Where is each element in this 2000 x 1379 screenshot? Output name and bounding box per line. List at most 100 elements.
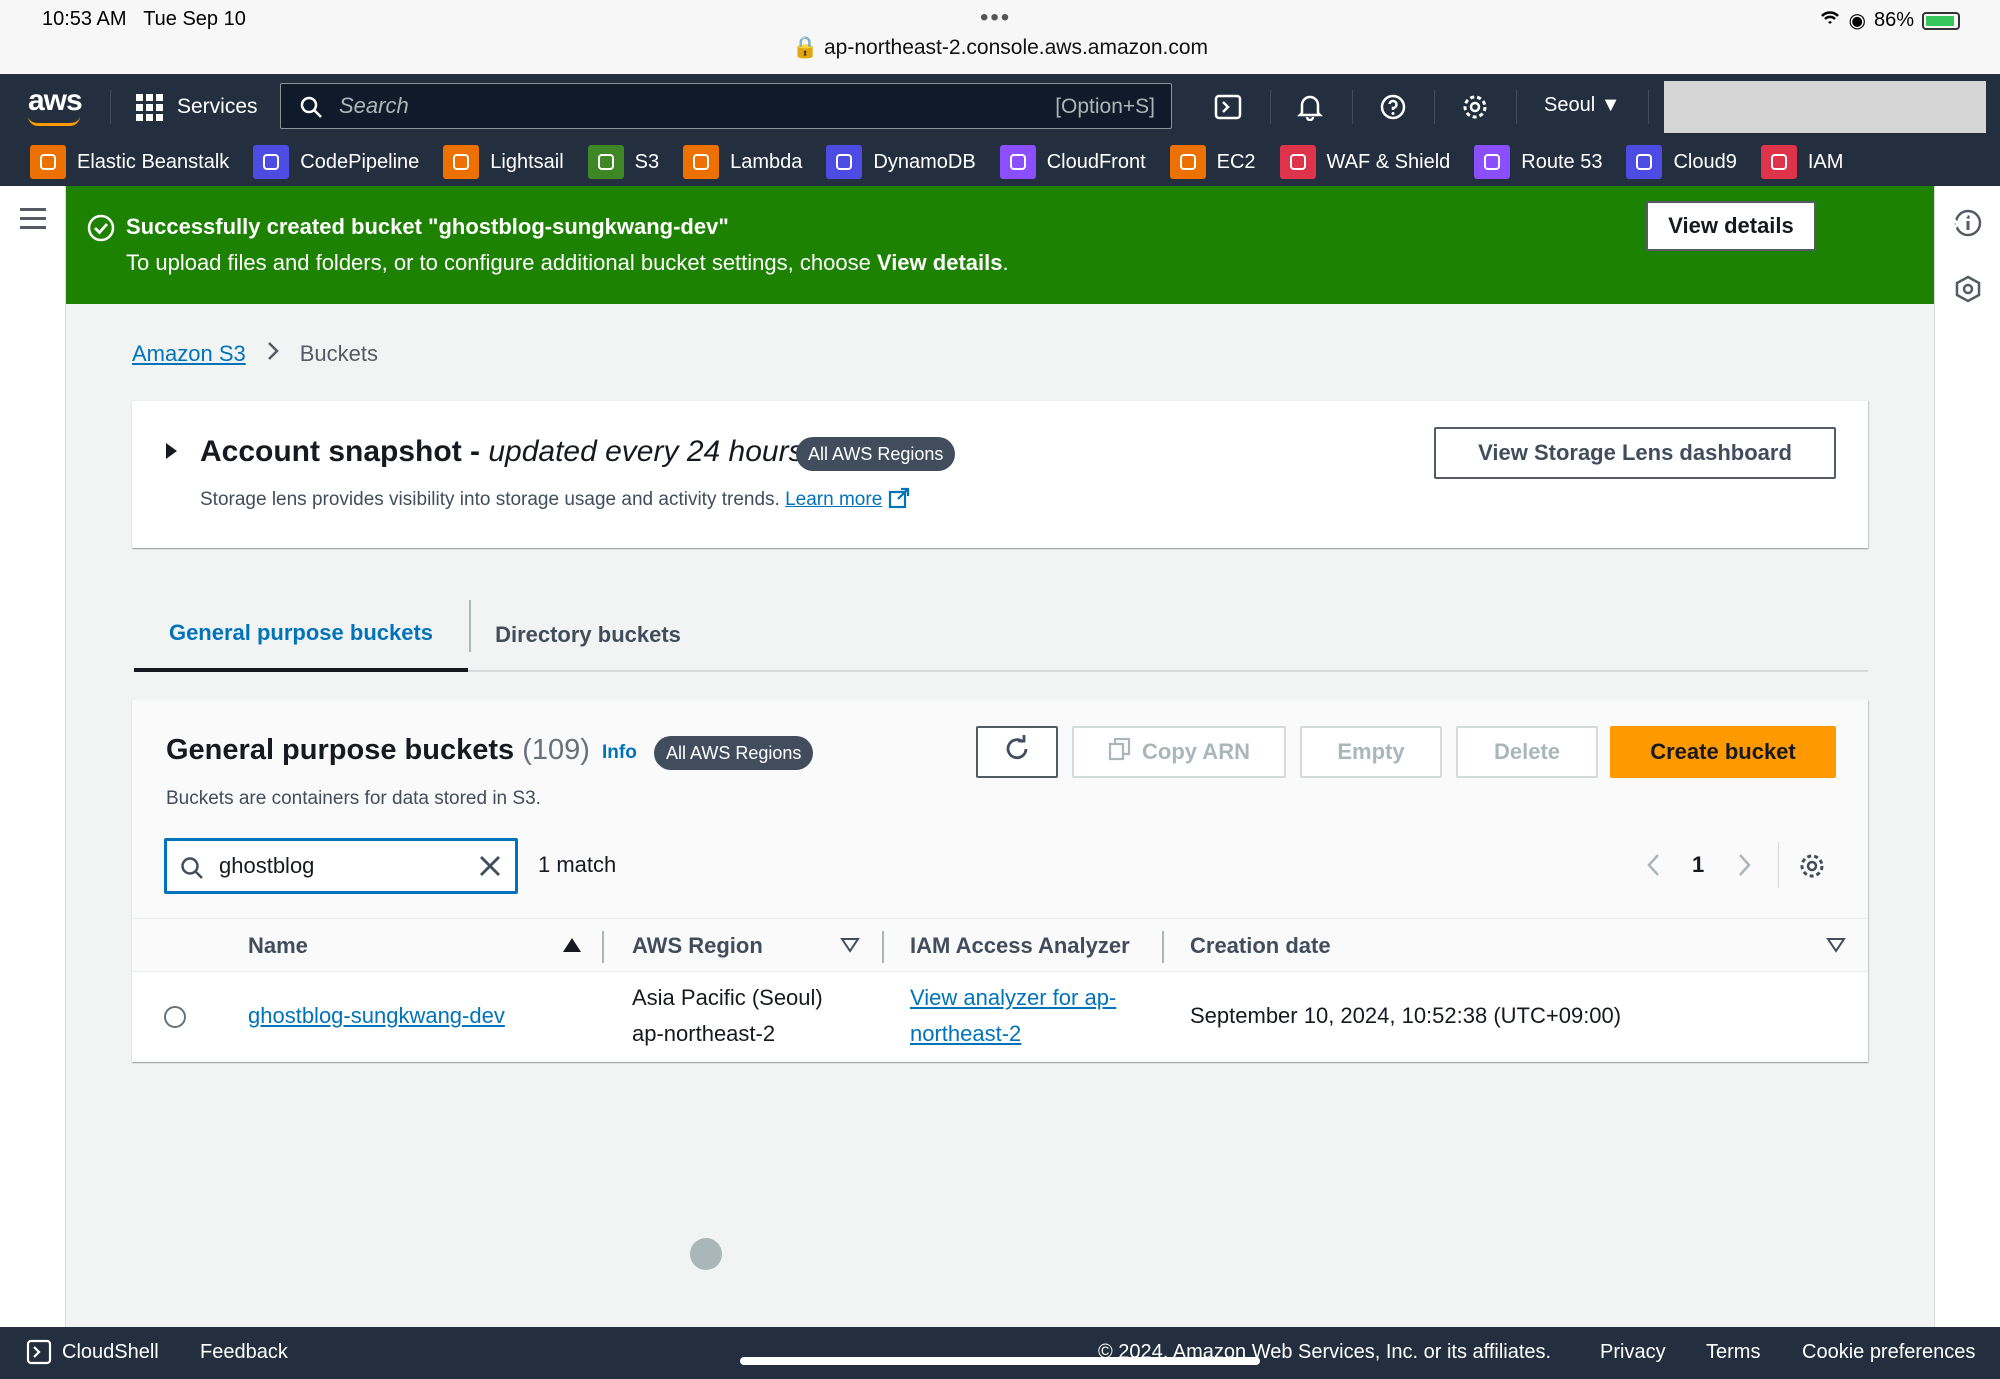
column-header-region[interactable]: AWS Region bbox=[632, 919, 763, 973]
copy-arn-button[interactable]: Copy ARN bbox=[1072, 726, 1286, 778]
favorite-route53[interactable]: Route 53 bbox=[1474, 145, 1602, 179]
favorite-elastic-beanstalk[interactable]: Elastic Beanstalk bbox=[30, 145, 229, 179]
terms-link[interactable]: Terms bbox=[1706, 1341, 1760, 1364]
nav-divider bbox=[1434, 90, 1435, 124]
page-number[interactable]: 1 bbox=[1692, 852, 1704, 878]
favorite-cloudfront[interactable]: CloudFront bbox=[999, 145, 1146, 179]
help-icon[interactable] bbox=[1376, 90, 1410, 124]
view-storage-lens-button[interactable]: View Storage Lens dashboard bbox=[1434, 427, 1836, 479]
sort-caret-icon[interactable] bbox=[1826, 937, 1846, 958]
empty-button[interactable]: Empty bbox=[1300, 726, 1442, 778]
address-bar[interactable]: 🔒 ap-northeast-2.console.aws.amazon.com bbox=[0, 36, 2000, 60]
cloudshell-icon[interactable] bbox=[1211, 90, 1245, 124]
favorite-codepipeline[interactable]: CodePipeline bbox=[253, 145, 419, 179]
cloudshell-footer-icon[interactable] bbox=[26, 1339, 52, 1371]
privacy-link[interactable]: Privacy bbox=[1600, 1341, 1666, 1364]
bucket-filter[interactable] bbox=[164, 838, 518, 894]
favorite-label: Route 53 bbox=[1521, 150, 1603, 173]
view-details-button[interactable]: View details bbox=[1646, 201, 1816, 251]
dynamodb-icon bbox=[826, 145, 863, 179]
hamburger-menu-icon[interactable] bbox=[20, 208, 46, 235]
column-header-creation-date[interactable]: Creation date bbox=[1190, 919, 1331, 973]
aws-smile-icon bbox=[28, 116, 80, 126]
cloudshell-link[interactable]: CloudShell bbox=[62, 1341, 159, 1364]
close-icon[interactable] bbox=[1944, 210, 1972, 243]
bucket-creation-date: September 10, 2024, 10:52:38 (UTC+09:00) bbox=[1190, 1003, 1622, 1028]
chevron-right-icon[interactable] bbox=[1736, 852, 1752, 883]
url-text: ap-northeast-2.console.aws.amazon.com bbox=[823, 36, 1209, 59]
search-input[interactable] bbox=[339, 90, 939, 122]
nav-divider bbox=[1648, 90, 1649, 124]
feedback-link[interactable]: Feedback bbox=[200, 1341, 288, 1364]
services-label: Services bbox=[177, 95, 258, 118]
cloud9-icon bbox=[1626, 145, 1663, 179]
bucket-region: Asia Pacific (Seoul) ap-northeast-2 bbox=[632, 985, 823, 1046]
filter-input[interactable] bbox=[219, 849, 469, 883]
info-link[interactable]: Info bbox=[602, 742, 637, 764]
learn-more-link[interactable]: Learn more bbox=[785, 489, 882, 510]
sort-caret-icon[interactable] bbox=[840, 937, 860, 958]
expand-caret-icon[interactable] bbox=[166, 443, 177, 459]
route53-icon bbox=[1474, 145, 1511, 179]
account-menu-redacted[interactable] bbox=[1664, 81, 1986, 133]
copy-icon bbox=[1108, 737, 1132, 767]
lightsail-icon bbox=[443, 145, 480, 179]
chevron-right-icon bbox=[266, 340, 280, 368]
refresh-button[interactable] bbox=[976, 726, 1058, 778]
favorite-label: Elastic Beanstalk bbox=[77, 150, 230, 173]
search-icon bbox=[179, 855, 205, 886]
battery-icon bbox=[1922, 11, 1960, 30]
region-selector[interactable]: Seoul ▼ bbox=[1544, 94, 1621, 117]
tab-directory[interactable]: Directory buckets bbox=[472, 598, 704, 672]
row-select-radio[interactable] bbox=[164, 1006, 186, 1028]
lock-icon: 🔒 bbox=[791, 36, 819, 59]
favorite-s3[interactable]: S3 bbox=[587, 145, 659, 179]
snapshot-title[interactable]: Account snapshot - updated every 24 hour… bbox=[200, 435, 804, 469]
orientation-lock-icon: ◉ bbox=[1848, 10, 1866, 32]
breadcrumb-current: Buckets bbox=[299, 341, 378, 366]
nav-divider bbox=[1270, 90, 1271, 124]
create-bucket-button[interactable]: Create bucket bbox=[1610, 726, 1836, 778]
sort-ascending-icon[interactable] bbox=[562, 937, 582, 958]
aws-logo[interactable]: aws bbox=[28, 84, 83, 118]
insights-icon[interactable] bbox=[1953, 274, 1983, 309]
favorite-dynamodb[interactable]: DynamoDB bbox=[826, 145, 976, 179]
pager-divider bbox=[1778, 842, 1779, 888]
left-rail bbox=[0, 186, 66, 1327]
favorite-ec2[interactable]: EC2 bbox=[1169, 145, 1256, 179]
panel-title: General purpose buckets (109) bbox=[166, 734, 590, 766]
more-dots-icon[interactable]: ••• bbox=[980, 4, 1011, 32]
clear-filter-icon[interactable] bbox=[477, 853, 503, 884]
breadcrumb-amazon-s3[interactable]: Amazon S3 bbox=[132, 341, 246, 367]
services-menu-button[interactable]: Services bbox=[136, 90, 258, 124]
account-snapshot-panel: Account snapshot - updated every 24 hour… bbox=[132, 400, 1868, 548]
all-regions-badge: All AWS Regions bbox=[796, 437, 956, 471]
favorite-lightsail[interactable]: Lightsail bbox=[443, 145, 564, 179]
table-preferences-gear-icon[interactable] bbox=[1798, 852, 1826, 885]
unified-search[interactable]: [Option+S] bbox=[280, 83, 1172, 129]
favorite-label: CloudFront bbox=[1046, 150, 1146, 173]
chevron-left-icon[interactable] bbox=[1646, 852, 1662, 883]
cookie-preferences-link[interactable]: Cookie preferences bbox=[1802, 1341, 1975, 1364]
favorite-lambda[interactable]: Lambda bbox=[683, 145, 802, 179]
bucket-name-link[interactable]: ghostblog-sungkwang-dev bbox=[248, 998, 505, 1034]
favorite-waf[interactable]: WAF & Shield bbox=[1279, 145, 1450, 179]
column-header-name[interactable]: Name bbox=[248, 919, 308, 973]
favorite-cloud9[interactable]: Cloud9 bbox=[1626, 145, 1737, 179]
view-analyzer-link[interactable]: View analyzer for ap- northeast-2 bbox=[910, 980, 1116, 1052]
favorite-label: EC2 bbox=[1216, 150, 1256, 173]
delete-button[interactable]: Delete bbox=[1456, 726, 1598, 778]
favorite-iam[interactable]: IAM bbox=[1760, 145, 1844, 179]
bell-icon[interactable] bbox=[1293, 90, 1327, 124]
favorite-label: IAM bbox=[1807, 150, 1844, 173]
home-indicator bbox=[740, 1357, 1260, 1365]
column-header-analyzer[interactable]: IAM Access Analyzer bbox=[910, 919, 1130, 973]
gear-icon[interactable] bbox=[1458, 90, 1492, 124]
favorite-label: Lambda bbox=[730, 150, 803, 173]
match-count: 1 match bbox=[538, 852, 617, 877]
battery-percent: 86% bbox=[1873, 9, 1914, 31]
browser-status-bar: 10:53 AM Tue Sep 10 ••• 🔒 ap-northeast-2… bbox=[0, 0, 2000, 74]
scroll-indicator bbox=[690, 1238, 722, 1270]
tab-general-purpose[interactable]: General purpose buckets bbox=[134, 598, 468, 672]
console-footer: CloudShell Feedback © 2024, Amazon Web S… bbox=[0, 1327, 2000, 1379]
